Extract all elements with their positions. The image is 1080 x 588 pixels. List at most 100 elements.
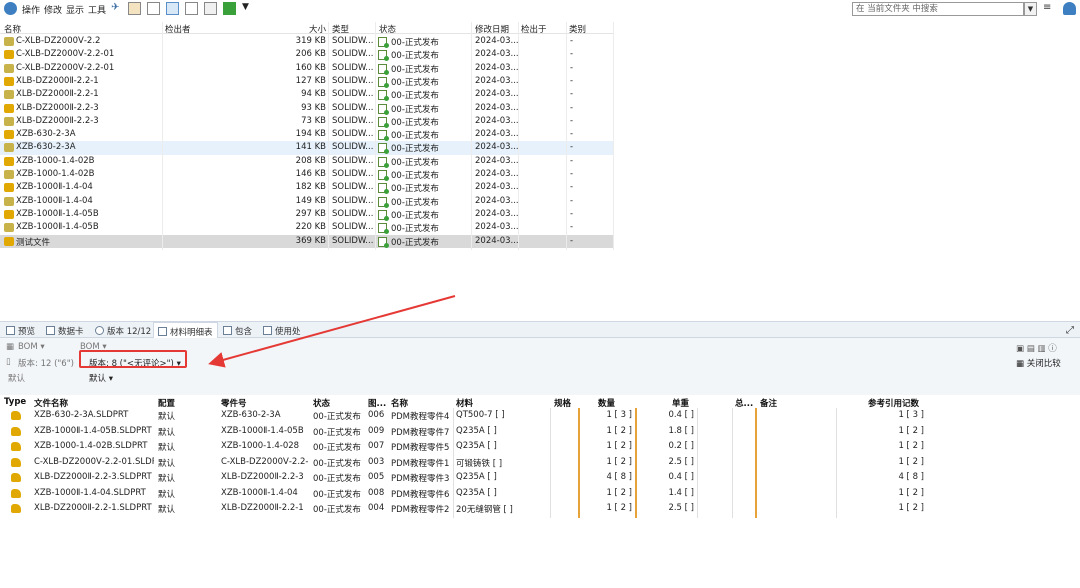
col-category[interactable]: 类别 bbox=[569, 23, 586, 35]
file-row[interactable]: XZB-1000Ⅱ-1.4-04 182 KB SOLIDW... 00-正式发布 20… bbox=[0, 181, 614, 195]
user-icon[interactable] bbox=[1063, 2, 1076, 15]
file-row[interactable]: C-XLB-DZ2000Ⅴ-2.2-01 160 KB SOLIDW... 00-正式… bbox=[0, 62, 614, 75]
search-options-icon[interactable]: ≡ bbox=[1043, 2, 1056, 15]
bom-partno: XLB-DZ2000Ⅱ-2.2-3 bbox=[221, 472, 304, 482]
bom-row[interactable]: C-XLB-DZ2000Ⅴ-2.2-01.SLDP... 默认 C-XLB-DZ20… bbox=[0, 455, 930, 471]
tab-datacard[interactable]: 数据卡 bbox=[46, 325, 84, 337]
file-row[interactable]: XZB-1000-1.4-02B 146 KB SOLIDW... 00-正式发布 20… bbox=[0, 168, 614, 181]
bom-drawing-no: 003 bbox=[368, 456, 385, 467]
solidworks-file-icon bbox=[4, 170, 14, 179]
col-state[interactable]: 状态 bbox=[379, 23, 396, 35]
col-size[interactable]: 大小 bbox=[306, 23, 326, 35]
file-row[interactable]: XLB-DZ2000Ⅱ-2.2-3 93 KB SOLIDW... 00-正式发布 20… bbox=[0, 102, 614, 115]
bom-row[interactable]: XZB-630-2-3A.SLDPRT 默认 XZB-630-2-3A 00-正式发布… bbox=[0, 408, 930, 424]
config-select[interactable]: 默认 ▾ bbox=[89, 372, 113, 384]
file-date: 2024-03... bbox=[475, 235, 519, 246]
file-type: SOLIDW... bbox=[332, 142, 374, 153]
tab-version[interactable]: 版本 12/12 bbox=[95, 325, 151, 337]
file-row[interactable]: XZB-1000Ⅱ-1.4-05B 297 KB SOLIDW... 00-正式发布 2… bbox=[0, 208, 614, 221]
file-size: 208 KB bbox=[295, 155, 326, 166]
bom-row[interactable]: XZB-1000-1.4-02B.SLDPRT 默认 XZB-1000-1.4-02… bbox=[0, 439, 930, 455]
close-compare-button[interactable]: ▦ 关闭比较 bbox=[1016, 357, 1061, 369]
col-type[interactable]: 类型 bbox=[332, 23, 349, 35]
file-row[interactable]: XZB-630-2-3A 141 KB SOLIDW... 00-正式发布 2024-0… bbox=[0, 141, 614, 155]
solidworks-file-icon bbox=[4, 183, 14, 193]
solidworks-file-icon bbox=[4, 143, 14, 153]
bom-table: XZB-630-2-3A.SLDPRT 默认 XZB-630-2-3A 00-正式发布… bbox=[0, 408, 930, 518]
col-checked-out-by[interactable]: 检出者 bbox=[165, 23, 191, 35]
bom-row[interactable]: XZB-1000Ⅱ-1.4-04.SLDPRT 默认 XZB-1000Ⅱ-1.4-0… bbox=[0, 486, 930, 502]
bom-row[interactable]: XLB-DZ2000Ⅱ-2.2-3.SLDPRT 默认 XLB-DZ2000Ⅱ-2.… bbox=[0, 470, 930, 486]
search-scope-dropdown[interactable]: ▼ bbox=[1024, 2, 1037, 16]
file-row[interactable]: XLB-DZ2000Ⅱ-2.2-1 127 KB SOLIDW... 00-正式发布 2… bbox=[0, 75, 614, 88]
file-date: 2024-03... bbox=[475, 129, 519, 140]
tab-contains[interactable]: 包含 bbox=[223, 325, 252, 337]
file-state: 00-正式发布 bbox=[391, 210, 439, 221]
bom-row[interactable]: XZB-1000Ⅱ-1.4-05B.SLDPRT 默认 XZB-1000Ⅱ-1.4-… bbox=[0, 424, 930, 440]
file-category: - bbox=[570, 169, 574, 179]
file-type: SOLIDW... bbox=[332, 169, 374, 179]
menu-modify[interactable]: 修改 bbox=[44, 3, 62, 16]
checkout-icon[interactable] bbox=[128, 2, 141, 15]
bom-refcount: 1 [ 3 ] bbox=[898, 410, 924, 420]
state-icon bbox=[378, 37, 389, 48]
file-row[interactable]: XZB-630-2-3A 194 KB SOLIDW... 00-正式发布 2024-0… bbox=[0, 128, 614, 142]
file-row[interactable]: C-XLB-DZ2000Ⅴ-2.2-01 206 KB SOLIDW... 00-正式… bbox=[0, 48, 614, 62]
file-row[interactable]: XLB-DZ2000Ⅱ-2.2-1 94 KB SOLIDW... 00-正式发布 20… bbox=[0, 88, 614, 102]
bom-name: PDM教程零件5 bbox=[391, 443, 450, 453]
bom-material: 可锻铸铁 [ ] bbox=[456, 458, 503, 469]
file-row[interactable]: XZB-1000Ⅱ-1.4-04 149 KB SOLIDW... 00-正式发布 20… bbox=[0, 195, 614, 208]
tab-where-used[interactable]: 使用处 bbox=[263, 325, 301, 337]
bom-state: 00-正式发布 bbox=[313, 412, 361, 422]
pin-icon[interactable]: ✈ bbox=[111, 2, 124, 15]
file-list: C-XLB-DZ2000Ⅴ-2.2 319 KB SOLIDW... 00-正式发布 2… bbox=[0, 35, 614, 250]
bom-material: Q235A [ ] bbox=[456, 487, 497, 498]
search-input[interactable]: 在 当前文件夹 中搜索 bbox=[852, 2, 1024, 16]
datacard-icon bbox=[46, 326, 55, 335]
bom-refcount: 1 [ 2 ] bbox=[898, 425, 924, 436]
file-name: C-XLB-DZ2000Ⅴ-2.2 bbox=[16, 36, 101, 46]
menu-display[interactable]: 显示 bbox=[66, 3, 84, 16]
search-document-icon[interactable] bbox=[204, 2, 217, 15]
bom-tool-icons[interactable]: ▣ ▤ ▥ ⓘ bbox=[1016, 342, 1057, 354]
undo-checkout-icon[interactable] bbox=[147, 2, 160, 15]
file-row[interactable]: XLB-DZ2000Ⅱ-2.2-3 73 KB SOLIDW... 00-正式发布 20… bbox=[0, 115, 614, 128]
file-row[interactable]: 测试文件 369 KB SOLIDW... 00-正式发布 2024-03... - bbox=[0, 234, 614, 248]
col-modified-date[interactable]: 修改日期 bbox=[475, 23, 509, 35]
copy-icon[interactable] bbox=[166, 2, 179, 15]
bom-row[interactable]: XLB-DZ2000Ⅱ-2.2-1.SLDPRT 默认 XLB-DZ2000Ⅱ-2.… bbox=[0, 501, 930, 517]
document-icon[interactable] bbox=[185, 2, 198, 15]
state-icon bbox=[378, 223, 389, 235]
tab-bom[interactable]: 材料明细表 bbox=[153, 322, 218, 338]
bh-type[interactable]: Type bbox=[4, 397, 26, 407]
file-state: 00-正式发布 bbox=[391, 197, 439, 208]
bom-type-dropdown[interactable]: BOM ▾ bbox=[18, 342, 45, 352]
vault-logo-icon[interactable] bbox=[4, 2, 17, 15]
bom-config: 默认 bbox=[158, 489, 176, 500]
bom-material: 20无缝钢管 [ ] bbox=[456, 505, 513, 515]
col-checked-out-in[interactable]: 检出于 bbox=[521, 23, 547, 35]
dropdown-arrow-icon[interactable]: ▼ bbox=[242, 2, 255, 15]
file-row[interactable]: XZB-1000Ⅱ-1.4-05B 220 KB SOLIDW... 00-正式发布 2… bbox=[0, 221, 614, 235]
file-category: - bbox=[570, 195, 574, 206]
file-row[interactable]: C-XLB-DZ2000Ⅴ-2.2 319 KB SOLIDW... 00-正式发布 2… bbox=[0, 35, 614, 48]
file-category: - bbox=[570, 182, 574, 193]
bom-material: Q235A [ ] bbox=[456, 441, 497, 451]
document-icon: ▯ bbox=[6, 357, 11, 367]
file-row[interactable]: XZB-1000-1.4-02B 208 KB SOLIDW... 00-正式发布 20… bbox=[0, 155, 614, 168]
bom-drawing-no: 006 bbox=[368, 410, 385, 420]
file-name: XZB-1000Ⅱ-1.4-05B bbox=[16, 208, 99, 219]
column-divider bbox=[836, 408, 837, 518]
tabs-bar: 预览 数据卡 版本 12/12 材料明细表 包含 使用处 ⤢ bbox=[0, 321, 1080, 338]
menu-operate[interactable]: 操作 bbox=[22, 3, 40, 16]
file-type: SOLIDW... bbox=[332, 235, 374, 246]
tab-preview[interactable]: 预览 bbox=[6, 325, 35, 337]
file-name: C-XLB-DZ2000Ⅴ-2.2-01 bbox=[16, 62, 115, 73]
file-type: SOLIDW... bbox=[332, 129, 374, 140]
menu-tools[interactable]: 工具 bbox=[88, 3, 106, 16]
solidworks-file-icon bbox=[4, 130, 14, 140]
expand-icon[interactable]: ⤢ bbox=[1066, 325, 1074, 336]
col-name[interactable]: 名称 bbox=[4, 23, 21, 35]
bom-file: XLB-DZ2000Ⅱ-2.2-3.SLDPRT bbox=[34, 472, 152, 482]
green-flag-icon[interactable] bbox=[223, 2, 236, 15]
